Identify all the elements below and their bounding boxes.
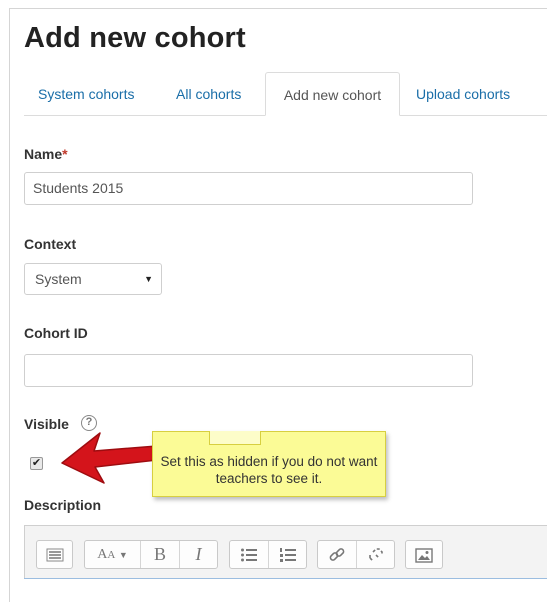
- toolbar-toggle-icon[interactable]: [37, 541, 72, 568]
- page-title: Add new cohort: [24, 22, 246, 54]
- tab-bar: System cohorts All cohorts Add new cohor…: [24, 72, 547, 116]
- callout-text: Set this as hidden if you do not want te…: [160, 454, 378, 486]
- italic-icon[interactable]: I: [180, 541, 217, 568]
- tab-add-new-cohort[interactable]: Add new cohort: [265, 72, 400, 116]
- cohort-id-label: Cohort ID: [24, 325, 88, 341]
- toolbar-group-toggle: [36, 540, 73, 569]
- name-input[interactable]: Students 2015: [24, 172, 473, 205]
- toolbar-group-media: [405, 540, 443, 569]
- page-border-left: [9, 8, 10, 602]
- required-marker: *: [62, 146, 68, 162]
- image-icon[interactable]: [406, 541, 442, 568]
- description-label: Description: [24, 497, 102, 513]
- ordered-list-icon[interactable]: [269, 541, 306, 568]
- name-label: Name*: [24, 146, 68, 162]
- description-editor-area[interactable]: [24, 578, 547, 602]
- tab-system-cohorts[interactable]: System cohorts: [38, 72, 134, 116]
- unordered-list-icon[interactable]: [230, 541, 268, 568]
- toolbar-group-links: [317, 540, 395, 569]
- link-icon[interactable]: [318, 541, 356, 568]
- unlink-icon[interactable]: [357, 541, 394, 568]
- page-border-top: [9, 8, 547, 9]
- context-select[interactable]: System ▼: [24, 263, 162, 295]
- bold-icon[interactable]: B: [141, 541, 179, 568]
- visible-checkbox[interactable]: ✔: [30, 457, 43, 470]
- toolbar-group-lists: [229, 540, 307, 569]
- callout-fold: [209, 431, 261, 445]
- dropdown-arrow-icon: ▼: [144, 274, 153, 284]
- toolbar-group-text: AA ▼ B I: [84, 540, 218, 569]
- tab-all-cohorts[interactable]: All cohorts: [176, 72, 241, 116]
- callout-note: Set this as hidden if you do not want te…: [152, 431, 386, 497]
- context-selected-value: System: [35, 271, 82, 287]
- cohort-id-input[interactable]: [24, 354, 473, 387]
- context-label: Context: [24, 236, 77, 252]
- font-size-icon[interactable]: AA ▼: [85, 541, 140, 568]
- pointer-arrow-icon: [61, 432, 158, 484]
- tab-upload-cohorts[interactable]: Upload cohorts: [416, 72, 510, 116]
